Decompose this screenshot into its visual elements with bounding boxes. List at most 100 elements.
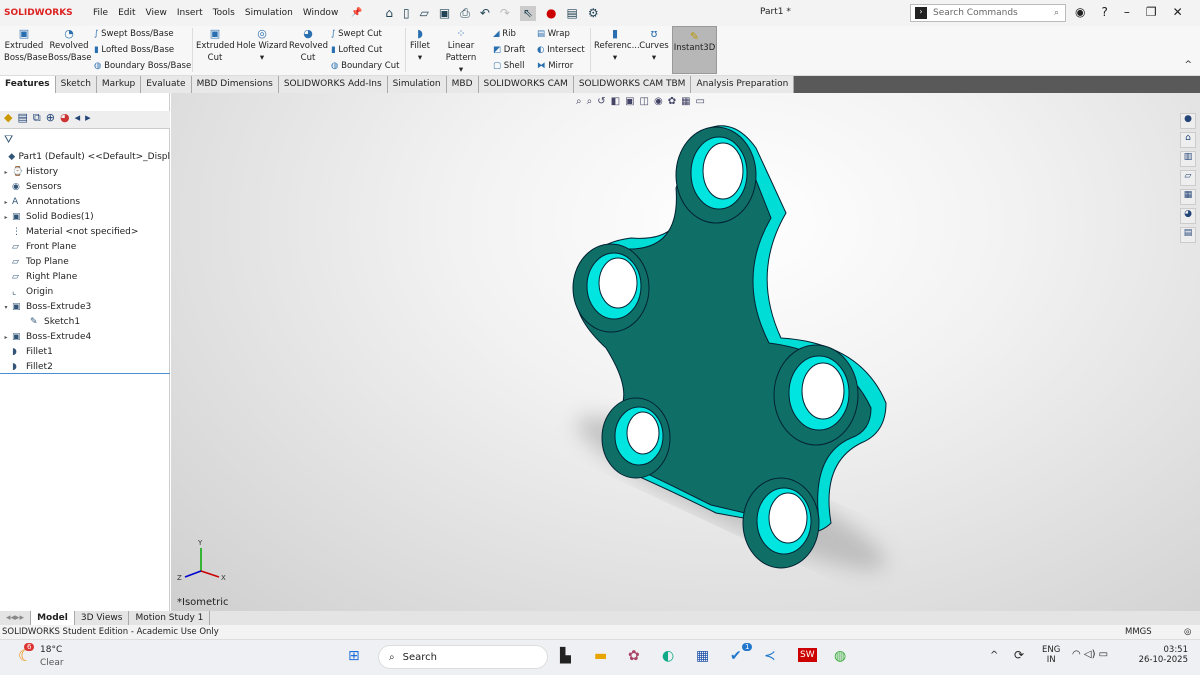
menu-tools[interactable]: Tools bbox=[213, 8, 235, 18]
tab-evaluate[interactable]: Evaluate bbox=[141, 76, 192, 93]
restore-button[interactable]: ❐ bbox=[1146, 5, 1157, 19]
tree-item[interactable]: ▾ ▣ Boss-Extrude3 bbox=[0, 300, 170, 315]
tree-item[interactable]: ⌞ Origin bbox=[0, 285, 170, 300]
shell-button[interactable]: ▢ Shell bbox=[493, 58, 525, 74]
menu-window[interactable]: Window bbox=[303, 8, 339, 18]
tab-mbd-dimensions[interactable]: MBD Dimensions bbox=[191, 76, 279, 93]
expand-arrow-icon[interactable]: ▸ bbox=[0, 195, 12, 210]
terminal-app-icon[interactable]: ▙ bbox=[560, 648, 571, 664]
sync-icon[interactable]: ⟳ bbox=[1014, 648, 1024, 662]
collapse-ribbon-icon[interactable]: ^ bbox=[1184, 60, 1192, 70]
language-indicator[interactable]: ENG IN bbox=[1042, 645, 1060, 665]
redo-icon[interactable]: ↷ bbox=[500, 6, 510, 21]
swept-cut-button[interactable]: ∫ Swept Cut bbox=[331, 26, 399, 42]
tree-item[interactable]: ▸ A Annotations bbox=[0, 195, 170, 210]
tab-mbd[interactable]: MBD bbox=[446, 76, 479, 93]
fillet-button[interactable]: ◗ Fillet ▾ bbox=[408, 28, 432, 64]
draft-button[interactable]: ◩ Draft bbox=[493, 42, 525, 58]
solidworks-app-icon[interactable]: SW bbox=[798, 648, 817, 662]
scroll-left-icon[interactable]: ◂ bbox=[75, 111, 81, 128]
tree-item[interactable]: ◗ Fillet1 bbox=[0, 345, 170, 360]
units-selector[interactable]: MMGS bbox=[1125, 625, 1152, 639]
property-manager-icon[interactable]: ▤ bbox=[17, 111, 27, 128]
swept-boss-button[interactable]: ∫ Swept Boss/Base bbox=[94, 26, 191, 42]
tree-item[interactable]: ◆ Part1 (Default) <<Default>_Displ bbox=[0, 150, 170, 165]
mirror-button[interactable]: ⧓ Mirror bbox=[537, 58, 585, 74]
view-palette-icon[interactable]: ▱ bbox=[1180, 170, 1196, 186]
minimize-button[interactable]: – bbox=[1124, 5, 1130, 19]
tab-cam[interactable]: SOLIDWORKS CAM bbox=[478, 76, 574, 93]
boundary-cut-button[interactable]: ◍ Boundary Cut bbox=[331, 58, 399, 74]
extruded-boss-button[interactable]: ▣ Extruded Boss/Base bbox=[4, 28, 47, 64]
lofted-boss-button[interactable]: ▮ Lofted Boss/Base bbox=[94, 42, 191, 58]
expand-arrow-icon[interactable]: ▸ bbox=[0, 210, 12, 225]
reference-geometry-button[interactable]: ▮ Referenc... ▾ bbox=[594, 28, 640, 64]
file-explorer-app-icon[interactable]: ▬ bbox=[594, 648, 607, 664]
hole-wizard-button[interactable]: ◎ Hole Wizard ▾ bbox=[236, 28, 288, 64]
design-library-icon[interactable]: ⌂ bbox=[1180, 132, 1196, 148]
part-model[interactable]: Y X Z bbox=[171, 93, 1200, 611]
revolved-cut-button[interactable]: ◕ Revolved Cut bbox=[289, 28, 328, 64]
scroll-right-icon[interactable]: ▸ bbox=[85, 111, 91, 128]
wrap-button[interactable]: ▤ Wrap bbox=[537, 26, 585, 42]
print-icon[interactable]: ⎙ bbox=[460, 6, 470, 21]
graphics-area[interactable]: ⌕⌕↺◧▣◫◉✿▦▭ YXZ *Isometric ● ⌂ ▥ ▱ ▦ ◕ ▤ bbox=[171, 93, 1200, 611]
customize-icon[interactable]: ◎ bbox=[1184, 625, 1191, 639]
pin-icon[interactable]: 📌 bbox=[351, 8, 362, 18]
save-icon[interactable]: ▣ bbox=[439, 6, 450, 21]
tab-sketch[interactable]: Sketch bbox=[55, 76, 97, 93]
configuration-manager-icon[interactable]: ⧉ bbox=[33, 111, 41, 128]
tree-item[interactable]: ▱ Right Plane bbox=[0, 270, 170, 285]
tab-motion-study[interactable]: Motion Study 1 bbox=[129, 611, 211, 625]
tab-scroll-icons[interactable]: ◂◂▸▸ bbox=[0, 611, 32, 625]
search-icon[interactable]: ⌕ bbox=[1054, 8, 1059, 18]
account-icon[interactable]: ◉ bbox=[1075, 5, 1085, 19]
custom-properties-icon[interactable]: ◕ bbox=[1180, 208, 1196, 224]
help-icon[interactable]: ? bbox=[1101, 5, 1107, 19]
dimxpert-icon[interactable]: ⊕ bbox=[46, 111, 55, 128]
file-properties-icon[interactable]: ▤ bbox=[567, 6, 578, 21]
menu-file[interactable]: File bbox=[93, 8, 108, 18]
tree-item[interactable]: ▱ Top Plane bbox=[0, 255, 170, 270]
rollback-bar[interactable] bbox=[0, 373, 170, 374]
menu-view[interactable]: View bbox=[146, 8, 167, 18]
curves-button[interactable]: ʊ Curves ▾ bbox=[638, 28, 670, 64]
lofted-cut-button[interactable]: ▮ Lofted Cut bbox=[331, 42, 399, 58]
file-explorer-icon[interactable]: ▥ bbox=[1180, 151, 1196, 167]
filter-icon[interactable]: ⛛ bbox=[4, 133, 13, 147]
chrome-icon[interactable]: ◍ bbox=[834, 648, 846, 664]
tab-model[interactable]: Model bbox=[31, 611, 75, 625]
tree-item[interactable]: ▱ Front Plane bbox=[0, 240, 170, 255]
feature-manager-icon[interactable]: ◆ bbox=[4, 111, 12, 128]
copilot-icon[interactable]: ✿ bbox=[628, 648, 640, 664]
linear-pattern-button[interactable]: ⁘ Linear Pattern ▾ bbox=[433, 28, 489, 76]
select-icon[interactable]: ⇖ bbox=[519, 5, 537, 21]
store-icon[interactable]: ▦ bbox=[696, 648, 709, 664]
close-button[interactable]: ✕ bbox=[1173, 5, 1183, 19]
menu-simulation[interactable]: Simulation bbox=[245, 8, 293, 18]
tab-analysis-preparation[interactable]: Analysis Preparation bbox=[691, 76, 795, 93]
extruded-cut-button[interactable]: ▣ Extruded Cut bbox=[196, 28, 235, 64]
start-icon[interactable]: ⊞ bbox=[348, 648, 360, 664]
intersect-button[interactable]: ◐ Intersect bbox=[537, 42, 585, 58]
boundary-boss-button[interactable]: ◍ Boundary Boss/Base bbox=[94, 58, 191, 74]
tab-3d-views[interactable]: 3D Views bbox=[75, 611, 130, 625]
todo-icon[interactable]: ✔ bbox=[730, 648, 742, 664]
tab-simulation[interactable]: Simulation bbox=[387, 76, 447, 93]
tab-addins[interactable]: SOLIDWORKS Add-Ins bbox=[278, 76, 388, 93]
menu-insert[interactable]: Insert bbox=[177, 8, 203, 18]
vscode-icon[interactable]: ≺ bbox=[764, 648, 776, 664]
expand-arrow-icon[interactable]: ▾ bbox=[0, 300, 12, 315]
tree-item[interactable]: ◉ Sensors bbox=[0, 180, 170, 195]
expand-arrow-icon[interactable]: ▸ bbox=[0, 165, 12, 180]
tab-features[interactable]: Features bbox=[0, 76, 56, 93]
options-gear-icon[interactable]: ⚙ bbox=[588, 6, 599, 21]
rebuild-icon[interactable]: ● bbox=[546, 6, 556, 21]
display-manager-icon[interactable]: ◕ bbox=[60, 111, 70, 128]
tree-item[interactable]: ▸ ▣ Boss-Extrude4 bbox=[0, 330, 170, 345]
solidworks-forum-icon[interactable]: ▤ bbox=[1180, 227, 1196, 243]
menu-edit[interactable]: Edit bbox=[118, 8, 135, 18]
tree-item[interactable]: ✎ Sketch1 bbox=[0, 315, 170, 330]
search-commands-input[interactable]: › Search Commands ⌕ bbox=[910, 4, 1066, 22]
tree-item[interactable]: ▸ ⌚ History bbox=[0, 165, 170, 180]
